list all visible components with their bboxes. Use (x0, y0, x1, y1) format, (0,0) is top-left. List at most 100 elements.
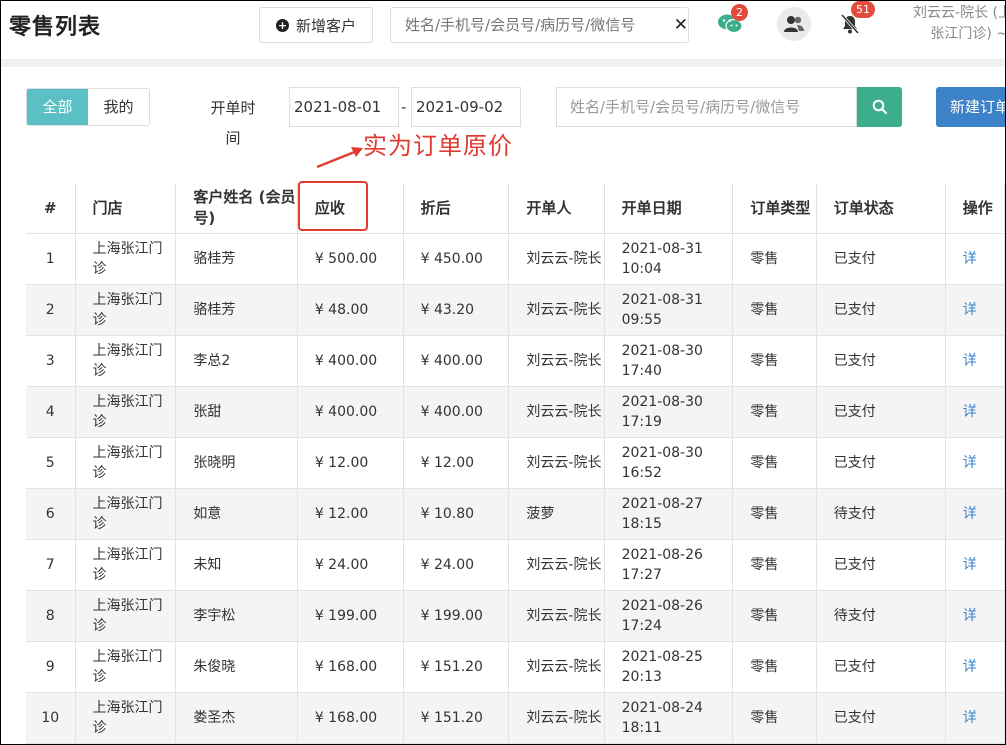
tab-mine[interactable]: 我的 (88, 89, 149, 125)
col-date[interactable]: 开单日期 (604, 183, 734, 234)
detail-link[interactable]: 详 (945, 284, 1005, 336)
detail-link[interactable]: 详 (945, 692, 1005, 744)
divider (1, 59, 1005, 67)
detail-link[interactable]: 详 (945, 386, 1005, 438)
cell-type: 零售 (732, 488, 817, 540)
cell-store: 上海张江门诊 (75, 692, 177, 744)
cell-type: 零售 (732, 284, 817, 336)
page-title: 零售列表 (9, 15, 102, 40)
detail-link[interactable]: 详 (945, 539, 1005, 591)
notification-button[interactable]: 51 (833, 1, 875, 41)
cell-creator: 刘云云-院长 (508, 335, 605, 387)
cell-status: 待支付 (816, 590, 946, 642)
detail-link[interactable]: 详 (945, 590, 1005, 642)
cell-customer: 李宇松 (175, 590, 298, 642)
table-row[interactable]: 7 上海张江门诊 未知 ¥ 24.00 ¥ 24.00 刘云云-院长 2021-08-26 … (26, 539, 1005, 591)
order-search-input[interactable]: 姓名/手机号/会员号/病历号/微信号 (556, 87, 857, 127)
cell-creator: 刘云云-院长 (508, 692, 605, 744)
cell-store: 上海张江门诊 (75, 641, 177, 693)
cell-receivable: ¥ 12.00 (297, 488, 404, 540)
cell-customer: 骆桂芳 (175, 233, 298, 285)
cell-type: 零售 (732, 590, 817, 642)
cell-store: 上海张江门诊 (75, 437, 177, 489)
cell-discounted: ¥ 199.00 (403, 590, 510, 642)
table-row[interactable]: 4 上海张江门诊 张甜 ¥ 400.00 ¥ 400.00 刘云云-院长 2021-08-3… (26, 386, 1005, 438)
detail-link[interactable]: 详 (945, 437, 1005, 489)
cell-date: 2021-08-26 17:24 (604, 590, 734, 642)
date-start-input[interactable]: 2021-08-01 (289, 87, 399, 127)
global-search-input[interactable] (403, 15, 668, 35)
cell-receivable: ¥ 400.00 (297, 335, 404, 387)
detail-link[interactable]: 详 (945, 233, 1005, 285)
cell-discounted: ¥ 450.00 (403, 233, 510, 285)
table-row[interactable]: 3 上海张江门诊 李总2 ¥ 400.00 ¥ 400.00 刘云云-院长 2021-08-… (26, 335, 1005, 387)
col-discounted[interactable]: 折后 (403, 183, 510, 234)
wechat-badge: 2 (731, 4, 748, 21)
cell-customer: 朱俊晓 (175, 641, 298, 693)
search-button[interactable] (857, 87, 902, 127)
table-row[interactable]: 1 上海张江门诊 骆桂芳 ¥ 500.00 ¥ 450.00 刘云云-院长 2021-08-… (26, 233, 1005, 285)
group-button[interactable] (777, 7, 811, 41)
cell-date: 2021-08-31 10:04 (604, 233, 734, 285)
cell-discounted: ¥ 43.20 (403, 284, 510, 336)
cell-date: 2021-08-30 17:40 (604, 335, 734, 387)
cell-customer: 如意 (175, 488, 298, 540)
table-row[interactable]: 5 上海张江门诊 张晓明 ¥ 12.00 ¥ 12.00 刘云云-院长 2021-08-30… (26, 437, 1005, 489)
notification-badge: 51 (851, 1, 875, 18)
cell-receivable: ¥ 168.00 (297, 641, 404, 693)
table-row[interactable]: 8 上海张江门诊 李宇松 ¥ 199.00 ¥ 199.00 刘云云-院长 2021-08-… (26, 590, 1005, 642)
cell-status: 已支付 (816, 386, 946, 438)
global-search: ✕ (390, 7, 689, 43)
cell-index: 10 (26, 692, 76, 744)
app-window: 零售列表 + 新增客户 ✕ 2 (0, 0, 1006, 745)
detail-link[interactable]: 详 (945, 335, 1005, 387)
col-index: # (26, 183, 76, 234)
cell-creator: 刘云云-院长 (508, 641, 605, 693)
cell-customer: 李总2 (175, 335, 298, 387)
cell-status: 已支付 (816, 284, 946, 336)
cell-type: 零售 (732, 233, 817, 285)
cell-store: 上海张江门诊 (75, 386, 177, 438)
detail-link[interactable]: 详 (945, 641, 1005, 693)
cell-receivable: ¥ 168.00 (297, 692, 404, 744)
wechat-button[interactable]: 2 (713, 4, 748, 41)
col-customer: 客户姓名 (会员号) (175, 183, 298, 234)
users-icon (784, 16, 804, 32)
cell-creator: 刘云云-院长 (508, 284, 605, 336)
cell-index: 4 (26, 386, 76, 438)
cell-creator: 刘云云-院长 (508, 437, 605, 489)
cell-store: 上海张江门诊 (75, 539, 177, 591)
cell-discounted: ¥ 151.20 (403, 692, 510, 744)
cell-date: 2021-08-24 18:11 (604, 692, 734, 744)
cell-customer: 骆桂芳 (175, 284, 298, 336)
cell-index: 5 (26, 437, 76, 489)
user-menu[interactable]: 刘云云-院长 (上海 张江门诊) ~ (886, 3, 1005, 45)
table-row[interactable]: 10 上海张江门诊 娄圣杰 ¥ 168.00 ¥ 151.20 刘云云-院长 2021-08… (26, 692, 1005, 744)
cell-type: 零售 (732, 641, 817, 693)
new-order-button[interactable]: 新建订单 (936, 87, 1005, 127)
cell-status: 已支付 (816, 539, 946, 591)
detail-link[interactable]: 详 (945, 488, 1005, 540)
orders-table: # 门店 客户姓名 (会员号) 应收 折后 开单人 开单日期 订单类型 订单状态… (26, 183, 1005, 744)
cell-store: 上海张江门诊 (75, 284, 177, 336)
cell-type: 零售 (732, 692, 817, 744)
cell-store: 上海张江门诊 (75, 233, 177, 285)
table-row[interactable]: 9 上海张江门诊 朱俊晓 ¥ 168.00 ¥ 151.20 刘云云-院长 2021-08-… (26, 641, 1005, 693)
date-end-input[interactable]: 2021-09-02 (411, 87, 521, 127)
add-customer-label: 新增客户 (295, 16, 356, 35)
tab-all[interactable]: 全部 (27, 89, 88, 125)
receivable-highlight-box (298, 181, 368, 231)
annotation-text: 实为订单原价 (363, 132, 513, 160)
close-icon[interactable]: ✕ (674, 15, 688, 35)
table-row[interactable]: 6 上海张江门诊 如意 ¥ 12.00 ¥ 10.80 菠萝 2021-08-27 18:1… (26, 488, 1005, 540)
cell-index: 9 (26, 641, 76, 693)
add-customer-button[interactable]: + 新增客户 (259, 7, 373, 43)
col-type: 订单类型 (732, 183, 817, 234)
search-icon (872, 99, 887, 115)
col-creator: 开单人 (508, 183, 605, 234)
cell-receivable: ¥ 12.00 (297, 437, 404, 489)
cell-discounted: ¥ 151.20 (403, 641, 510, 693)
table-row[interactable]: 2 上海张江门诊 骆桂芳 ¥ 48.00 ¥ 43.20 刘云云-院长 2021-08-31… (26, 284, 1005, 336)
col-action: 操作 (945, 183, 1005, 234)
cell-status: 已支付 (816, 641, 946, 693)
